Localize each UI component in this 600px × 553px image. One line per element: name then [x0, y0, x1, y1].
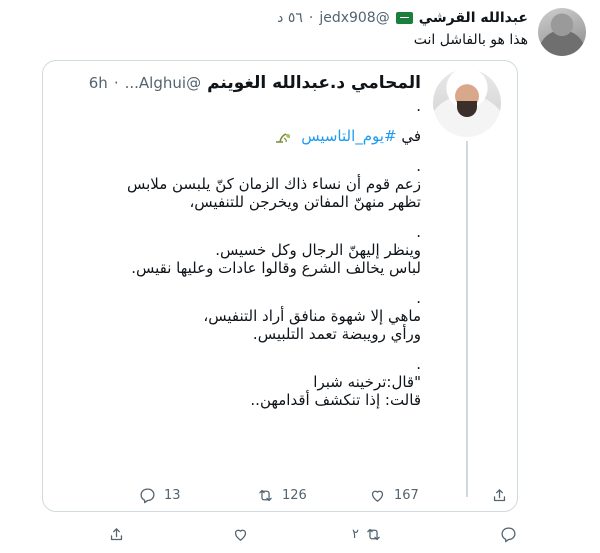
separator-dot: · [113, 74, 119, 92]
reply-count: 13 [164, 488, 181, 503]
timestamp[interactable]: ٥٦ د [277, 10, 303, 26]
share-action[interactable] [108, 526, 125, 543]
share-icon [493, 489, 506, 502]
reply-icon [501, 527, 516, 543]
reply-action[interactable] [500, 526, 517, 543]
retweet-icon [259, 489, 272, 502]
retweet-action[interactable]: 126 [257, 487, 307, 504]
body-line-hashtag: في #يوم_التاسيس [55, 127, 421, 145]
reply-tweet[interactable]: عبدالله القرشي @jedx908 · ٥٦ د هذا هو با… [0, 0, 600, 553]
author-handle[interactable]: @jedx908 [319, 10, 389, 26]
separator-dot: · [308, 10, 314, 26]
body-line: زعم قوم أن نساء ذاك الزمان كنّ يلبسن ملا… [126, 175, 421, 193]
quoted-tweet[interactable]: المحامي د.عبدالله الغوينم @Alghui... · 6… [42, 60, 518, 512]
reply-text: هذا هو بالفاشل انت [413, 32, 528, 48]
hashtag-link[interactable]: #يوم_التاسيس [301, 127, 396, 145]
avatar-beard [457, 101, 477, 117]
body-line: وينظر إليهنّ الرجال وكل خسيس. [215, 241, 421, 259]
body-line: . [416, 289, 421, 307]
share-icon [110, 528, 123, 541]
body-prefix: في [396, 127, 421, 145]
body-line: قالت: إذا تنكشف أقدامهن.. [250, 391, 421, 409]
quoted-author-handle[interactable]: @Alghui... [125, 74, 201, 92]
avatar[interactable] [538, 8, 586, 56]
like-count: 167 [394, 488, 419, 503]
quoted-actions: 13 126 167 [43, 487, 519, 511]
body-line: . [416, 223, 421, 241]
quoted-header: المحامي د.عبدالله الغوينم @Alghui... · 6… [89, 73, 421, 93]
retweet-icon [367, 528, 380, 541]
reply-header: عبدالله القرشي @jedx908 · ٥٦ د [277, 10, 528, 26]
quoted-author-name[interactable]: المحامي د.عبدالله الغوينم [207, 73, 421, 93]
heart-icon [371, 490, 384, 502]
body-line: . [416, 157, 421, 175]
body-line: . [416, 97, 421, 115]
like-action[interactable] [232, 526, 249, 543]
quoted-timestamp[interactable]: 6h [89, 74, 108, 92]
author-name[interactable]: عبدالله القرشي [419, 10, 528, 26]
like-action[interactable]: 167 [369, 487, 419, 504]
retweet-count: 126 [282, 488, 307, 503]
sprout-emoji-icon [276, 132, 291, 143]
body-line: لباس يخالف الشرع وقالوا عادات وعليها نقي… [131, 259, 421, 277]
body-line: . [416, 355, 421, 373]
reply-actions: ٢ [0, 526, 600, 550]
saudi-flag-icon [395, 12, 413, 24]
quoted-body: . في #يوم_التاسيس . زعم قوم أن نساء ذاك … [55, 97, 421, 409]
reply-icon [140, 488, 155, 504]
reply-action[interactable]: 13 [139, 487, 181, 504]
body-line: ماهي إلا شهوة منافق أراد التنفيس، [203, 307, 421, 325]
thread-line [466, 141, 468, 497]
body-line: "قال:ترخينه شبرا [313, 373, 421, 391]
share-action[interactable] [491, 487, 508, 504]
retweet-action[interactable]: ٢ [352, 526, 382, 543]
body-line: ورأي رويبضة تعمد التلبيس. [252, 325, 421, 343]
body-line: تظهر منهنّ المفاتن ويخرجن للتنفيس، [189, 193, 421, 211]
quoted-avatar[interactable] [433, 69, 501, 137]
heart-icon [234, 529, 247, 541]
retweet-count: ٢ [352, 527, 359, 542]
